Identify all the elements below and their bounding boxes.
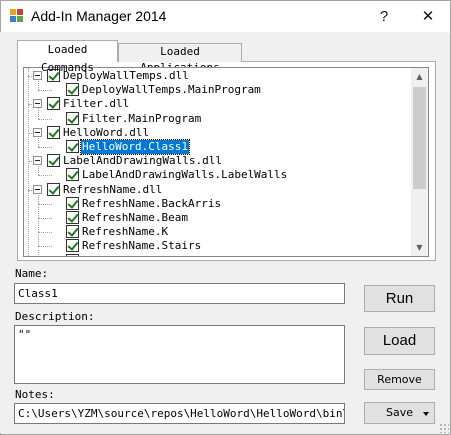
close-button[interactable]: ✕: [413, 5, 443, 29]
tree-node-label: Filter.MainProgram: [82, 111, 202, 125]
tree-node-assembly[interactable]: RefreshName.dll: [24, 182, 412, 197]
tree-node-command[interactable]: Filter.MainProgram: [24, 107, 412, 126]
tree-node-command[interactable]: RefreshName.Stairs: [24, 235, 412, 253]
description-field[interactable]: "": [14, 325, 345, 384]
tree-node-assembly[interactable]: LabelAndDrawingWalls.dll: [24, 154, 412, 168]
tree-node-label: LabelAndDrawingWalls.dll: [63, 154, 222, 168]
checkbox[interactable]: [66, 211, 79, 224]
load-button[interactable]: Load: [364, 327, 435, 355]
description-label: Description:: [15, 310, 95, 323]
title-bar[interactable]: Add-In Manager 2014 ? ✕: [1, 1, 450, 33]
checkbox[interactable]: [47, 182, 60, 196]
checkbox[interactable]: [66, 196, 79, 210]
tree-node-command[interactable]: LabelAndDrawingWalls.LabelWalls: [24, 164, 412, 182]
checkbox[interactable]: [66, 253, 79, 256]
resize-grip-icon[interactable]: [439, 423, 449, 433]
checkbox[interactable]: [66, 168, 79, 182]
tree-node-label: HelloWord.dll: [63, 125, 150, 139]
save-button-label: Save: [386, 406, 414, 419]
dropdown-arrow-icon: [423, 412, 429, 416]
tab-loaded-applications[interactable]: Loaded Applications: [118, 43, 242, 74]
checkbox[interactable]: [47, 125, 60, 139]
window-title: Add-In Manager 2014: [31, 8, 167, 24]
checkbox[interactable]: [66, 83, 79, 97]
tree-node-label: RefreshName.Stairs: [82, 239, 202, 253]
checkbox[interactable]: [66, 111, 79, 125]
tree-node-label: RefreshName.dll: [63, 182, 163, 196]
name-field[interactable]: Class1: [14, 283, 345, 304]
tab-loaded-commands[interactable]: Loaded Commands: [17, 40, 118, 74]
checkbox[interactable]: [66, 140, 79, 153]
scroll-thumb[interactable]: [413, 87, 426, 189]
tree-node-label: LabelAndDrawingWalls.LabelWalls: [82, 168, 288, 182]
tree-node-label: RefreshName.Company: [81, 254, 209, 256]
tree-node-label: RefreshName.Beam: [82, 211, 188, 224]
tree-node-assembly[interactable]: Filter.dll: [24, 97, 412, 111]
tree-node-label: RefreshName.K: [82, 225, 169, 239]
tree-node-command[interactable]: HelloWord.Class1: [24, 136, 412, 155]
tree-node-command[interactable]: RefreshName.Company: [24, 249, 412, 256]
tree-node-command[interactable]: RefreshName.BackArris: [24, 192, 412, 211]
tree-node-command[interactable]: RefreshName.K: [24, 221, 412, 239]
vertical-scrollbar[interactable]: ▲ ▼: [411, 68, 428, 256]
tree-content: DeployWallTemps.dll DeployWallTemps.MainP…: [24, 68, 412, 256]
checkbox[interactable]: [66, 225, 79, 239]
checkbox[interactable]: [47, 97, 60, 111]
scroll-down-icon[interactable]: ▼: [411, 239, 428, 256]
tree-node-assembly[interactable]: HelloWord.dll: [24, 125, 412, 140]
tree-node-label: Filter.dll: [63, 97, 130, 111]
commands-tree[interactable]: DeployWallTemps.dll DeployWallTemps.MainP…: [23, 67, 429, 257]
remove-button[interactable]: Remove: [364, 369, 435, 390]
notes-field[interactable]: C:\Users\YZM\source\repos\HelloWord\Hell…: [14, 403, 345, 424]
app-icon: [10, 9, 24, 23]
tree-node-label: RefreshName.BackArris: [82, 196, 222, 210]
checkbox[interactable]: [47, 154, 60, 168]
checkbox[interactable]: [66, 239, 79, 253]
tree-node-command[interactable]: RefreshName.Beam: [24, 207, 412, 225]
tree-node-label: DeployWallTemps.MainProgram: [82, 83, 261, 97]
tree-node-label: HelloWord.Class1: [80, 139, 190, 155]
notes-label: Notes:: [15, 388, 55, 401]
help-button[interactable]: ?: [369, 5, 399, 29]
save-dropdown-button[interactable]: Save: [364, 402, 435, 424]
name-label: Name:: [15, 267, 49, 280]
tree-node-command[interactable]: DeployWallTemps.MainProgram: [24, 79, 412, 97]
run-button[interactable]: Run: [364, 285, 435, 312]
scroll-up-icon[interactable]: ▲: [411, 68, 428, 85]
